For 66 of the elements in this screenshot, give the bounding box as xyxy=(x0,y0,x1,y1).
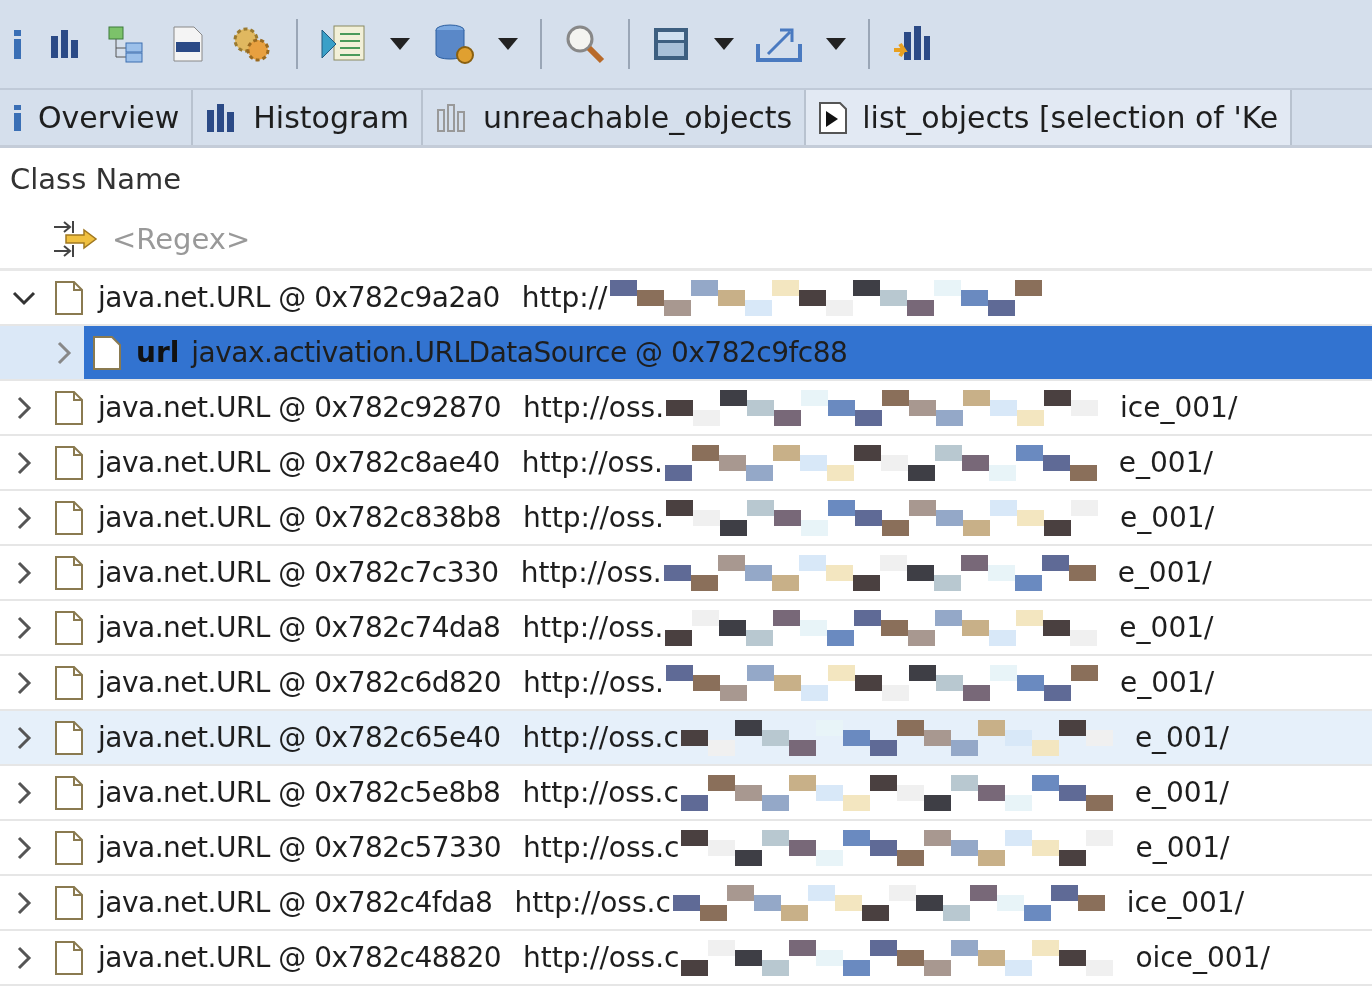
url-text: http:// xyxy=(521,281,608,314)
url-text: e_001/ xyxy=(1117,556,1212,589)
url-text: http://oss.c xyxy=(523,831,680,864)
object-name: java.net.URL @ 0x782c6d820 xyxy=(98,666,502,699)
url-text: oice_001/ xyxy=(1135,941,1270,974)
url-text: http://oss.c xyxy=(522,721,679,754)
file-icon xyxy=(54,884,84,921)
column-header[interactable]: Class Name xyxy=(0,148,1372,210)
url-text: ice_001/ xyxy=(1126,886,1245,919)
file-icon xyxy=(54,939,84,976)
url-text: http://oss. xyxy=(523,391,665,424)
file-icon xyxy=(54,444,84,481)
url-text: e_001/ xyxy=(1119,611,1214,644)
regex-filter-field[interactable]: <Regex> xyxy=(110,221,414,257)
object-name: java.net.URL @ 0x782c65e40 xyxy=(98,721,501,754)
object-name: java.net.URL @ 0x782c838b8 xyxy=(98,501,502,534)
url-text: http://oss.c xyxy=(523,941,680,974)
info-icon xyxy=(12,102,24,133)
url-text: http://oss. xyxy=(520,556,662,589)
collapse-chevron-icon[interactable] xyxy=(10,289,38,306)
run-report-icon[interactable] xyxy=(320,24,368,64)
url-text: e_001/ xyxy=(1134,776,1229,809)
file-icon xyxy=(54,389,84,426)
url-text: http://oss. xyxy=(521,446,663,479)
url-text: http://oss. xyxy=(523,666,664,699)
file-icon xyxy=(92,334,122,371)
object-name: java.net.URL @ 0x782c57330 xyxy=(98,831,502,864)
object-name: java.net.URL @ 0x782c8ae40 xyxy=(98,446,500,479)
file-icon xyxy=(54,664,84,701)
object-name: java.net.URL @ 0x782c48820 xyxy=(98,941,502,974)
filter-icon xyxy=(52,219,100,259)
file-icon xyxy=(54,829,84,866)
object-name: java.net.URL @ 0x782c7c330 xyxy=(98,556,499,589)
document-icon xyxy=(818,100,849,135)
url-text: e_001/ xyxy=(1135,831,1230,864)
url-text: http://oss.c xyxy=(514,886,671,919)
caret-icon[interactable] xyxy=(826,38,846,50)
selected-row[interactable]: url javax.activation.URLDataSource @ 0x782c9fc88 xyxy=(84,326,1372,379)
file-icon xyxy=(54,774,84,811)
tree-icon[interactable] xyxy=(106,24,146,64)
url-text: e_001/ xyxy=(1120,666,1215,699)
file-icon xyxy=(54,499,84,536)
file-icon xyxy=(54,609,84,646)
url-text: ice_001/ xyxy=(1120,391,1238,424)
database-gear-icon[interactable] xyxy=(432,22,476,66)
object-name: java.net.URL @ 0x782c92870 xyxy=(98,391,502,424)
tab[interactable]: list_objects [selection of 'Ke xyxy=(806,90,1293,145)
object-name: java.net.URL @ 0x782c74da8 xyxy=(98,611,501,644)
caret-icon[interactable] xyxy=(498,38,518,50)
file-icon xyxy=(54,279,84,316)
search-icon[interactable] xyxy=(564,23,606,65)
url-text: e_001/ xyxy=(1120,501,1215,534)
field-name: url xyxy=(136,336,180,369)
object-name: java.net.URL @ 0x782c5e8b8 xyxy=(98,776,501,809)
file-icon xyxy=(54,719,84,756)
url-text: http://oss. xyxy=(523,501,664,534)
url-text: http://oss.c xyxy=(522,776,679,809)
caret-icon[interactable] xyxy=(714,38,734,50)
caret-icon[interactable] xyxy=(390,38,410,50)
object-name: java.net.URL @ 0x782c9a2a0 xyxy=(98,281,500,314)
object-name: javax.activation.URLDataSource @ 0x782c9fc88 xyxy=(191,336,848,369)
object-name: java.net.URL @ 0x782c4fda8 xyxy=(98,886,493,919)
url-text: e_001/ xyxy=(1134,721,1229,754)
file-icon xyxy=(54,554,84,591)
url-text: http://oss. xyxy=(522,611,664,644)
url-text: e_001/ xyxy=(1118,446,1213,479)
